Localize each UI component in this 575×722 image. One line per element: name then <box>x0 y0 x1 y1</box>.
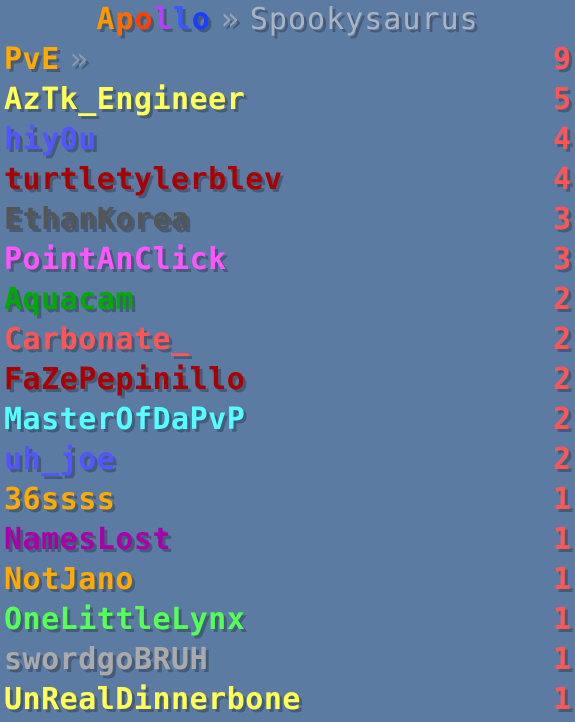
player-row: OneLittleLynx 1 <box>0 600 575 640</box>
player-score: 4 <box>552 162 571 197</box>
player-score: 1 <box>552 642 571 677</box>
player-name: OneLittleLynx <box>4 602 246 637</box>
title-letter: l <box>153 2 173 37</box>
player-row: EthanKorea 3 <box>0 200 575 240</box>
player-name: PointAnClick <box>4 242 227 277</box>
player-row: Aquacam 2 <box>0 280 575 320</box>
section-label-text: PvE <box>4 42 60 77</box>
player-row: UnRealDinnerbone 1 <box>0 680 575 720</box>
scoreboard-rows: PvE» 9 AzTk_Engineer 5 hiy0u 4 turtletylerbl… <box>0 40 575 720</box>
player-name: NamesLost <box>4 522 172 557</box>
player-score: 2 <box>552 282 571 317</box>
player-score: 1 <box>552 602 571 637</box>
title-letter: o <box>191 2 211 37</box>
player-row: NotJano 1 <box>0 560 575 600</box>
player-row: MasterOfDaPvP 2 <box>0 400 575 440</box>
player-name: Aquacam <box>4 282 134 317</box>
player-score: 1 <box>552 482 571 517</box>
section-label: PvE » <box>4 40 88 80</box>
title-letter: l <box>172 2 192 37</box>
player-score: 5 <box>552 82 571 117</box>
section-arrow: » <box>69 42 89 77</box>
scoreboard-sidebar: Apollo» Spookysaurus PvE» 9 AzTk_Engineer… <box>0 0 575 722</box>
server-name: Apollo <box>96 2 210 37</box>
player-score: 3 <box>552 242 571 277</box>
title-letter: A <box>96 2 116 37</box>
player-name: Carbonate_ <box>4 322 190 357</box>
player-row: Carbonate_ 2 <box>0 320 575 360</box>
player-row: swordgoBRUH 1 <box>0 640 575 680</box>
player-row: AzTk_Engineer 5 <box>0 80 575 120</box>
title-letter: p <box>115 2 135 37</box>
player-name: UnRealDinnerbone <box>4 682 301 717</box>
section-score: 9 <box>552 42 571 77</box>
player-score: 2 <box>552 442 571 477</box>
player-row: PointAnClick 3 <box>0 240 575 280</box>
player-name: NotJano <box>4 562 134 597</box>
title-letter: o <box>134 2 154 37</box>
player-name: turtletylerblev <box>4 162 283 197</box>
section-row: PvE » 9 <box>0 40 575 80</box>
scoreboard-title: Apollo» Spookysaurus <box>0 0 575 40</box>
player-name: FaZePepinillo <box>4 362 246 397</box>
title-separator: » <box>220 2 240 37</box>
player-name: uh_joe <box>4 442 116 477</box>
player-score: 2 <box>552 362 571 397</box>
player-name: 36ssss <box>4 482 116 517</box>
player-row: hiy0u 4 <box>0 120 575 160</box>
player-row: FaZePepinillo 2 <box>0 360 575 400</box>
player-score: 1 <box>552 522 571 557</box>
player-name: swordgoBRUH <box>4 642 209 677</box>
player-name: MasterOfDaPvP <box>4 402 246 437</box>
scoreboard-subtitle: Spookysaurus <box>249 2 479 37</box>
player-score: 1 <box>552 562 571 597</box>
player-score: 2 <box>552 402 571 437</box>
player-score: 1 <box>552 682 571 717</box>
player-score: 3 <box>552 202 571 237</box>
player-name: hiy0u <box>4 122 97 157</box>
player-score: 4 <box>552 122 571 157</box>
player-row: uh_joe 2 <box>0 440 575 480</box>
player-row: 36ssss 1 <box>0 480 575 520</box>
player-name: AzTk_Engineer <box>4 82 246 117</box>
player-score: 2 <box>552 322 571 357</box>
player-row: NamesLost 1 <box>0 520 575 560</box>
player-name: EthanKorea <box>4 202 190 237</box>
player-row: turtletylerblev 4 <box>0 160 575 200</box>
